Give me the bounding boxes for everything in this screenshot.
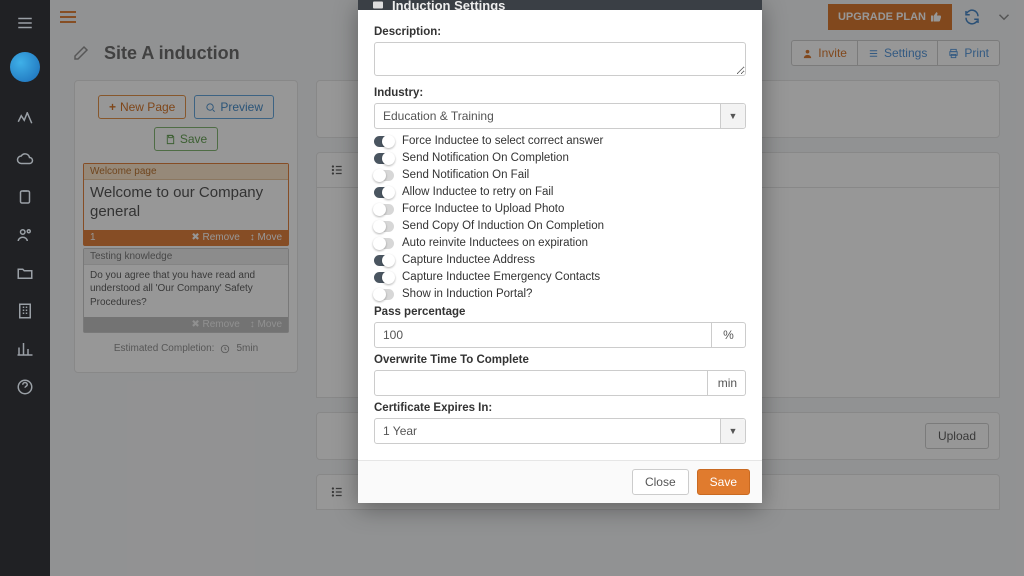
- toggle-switch[interactable]: [374, 187, 394, 198]
- toggle-switch[interactable]: [374, 255, 394, 266]
- modal-close-button[interactable]: Close: [632, 469, 689, 495]
- certificate-expires-label: Certificate Expires In:: [374, 402, 746, 414]
- main-area: UPGRADE PLAN Site A induction Invite: [50, 0, 1024, 576]
- toggle-label: Capture Inductee Address: [402, 254, 535, 266]
- toggle-row: Capture Inductee Emergency Contacts: [374, 271, 746, 283]
- toggle-row: Force Inductee to Upload Photo: [374, 203, 746, 215]
- toggle-label: Send Notification On Completion: [402, 152, 569, 164]
- toggle-label: Allow Inductee to retry on Fail: [402, 186, 554, 198]
- toggle-switch[interactable]: [374, 238, 394, 249]
- pass-percentage-input[interactable]: [374, 322, 712, 348]
- rail-menu-icon[interactable]: [16, 14, 34, 32]
- toggle-label: Send Copy Of Induction On Completion: [402, 220, 604, 232]
- toggle-label: Capture Inductee Emergency Contacts: [402, 271, 600, 283]
- industry-label: Industry:: [374, 87, 746, 99]
- toggle-label: Auto reinvite Inductees on expiration: [402, 237, 588, 249]
- rail-building-icon[interactable]: [16, 302, 34, 320]
- industry-select[interactable]: Education & Training: [374, 103, 746, 129]
- min-suffix: min: [708, 370, 746, 396]
- description-label: Description:: [374, 26, 746, 38]
- app-logo: [10, 52, 40, 82]
- toggle-label: Force Inductee to select correct answer: [402, 135, 603, 147]
- settings-toggles: Force Inductee to select correct answer S…: [374, 135, 746, 300]
- description-input[interactable]: [374, 42, 746, 76]
- nav-rail: [0, 0, 50, 576]
- rail-help-icon[interactable]: [16, 378, 34, 396]
- rail-dashboard-icon[interactable]: [16, 112, 34, 130]
- toggle-switch[interactable]: [374, 170, 394, 181]
- certificate-expires-select[interactable]: 1 Year: [374, 418, 746, 444]
- toggle-switch[interactable]: [374, 289, 394, 300]
- toggle-row: Send Notification On Fail: [374, 169, 746, 181]
- toggle-row: Capture Inductee Address: [374, 254, 746, 266]
- modal-title: Induction Settings: [392, 0, 505, 10]
- overwrite-time-label: Overwrite Time To Complete: [374, 354, 746, 366]
- rail-cloud-icon[interactable]: [16, 150, 34, 168]
- id-card-icon: [372, 0, 384, 10]
- pass-percentage-label: Pass percentage: [374, 306, 746, 318]
- modal-footer: Close Save: [358, 460, 762, 503]
- toggle-row: Allow Inductee to retry on Fail: [374, 186, 746, 198]
- rail-users-icon[interactable]: [16, 226, 34, 244]
- rail-folder-icon[interactable]: [16, 264, 34, 282]
- toggle-switch[interactable]: [374, 204, 394, 215]
- toggle-label: Force Inductee to Upload Photo: [402, 203, 564, 215]
- toggle-row: Send Copy Of Induction On Completion: [374, 220, 746, 232]
- toggle-switch[interactable]: [374, 136, 394, 147]
- rail-clipboard-icon[interactable]: [16, 188, 34, 206]
- modal-save-button[interactable]: Save: [697, 469, 750, 495]
- toggle-switch[interactable]: [374, 272, 394, 283]
- toggle-row: Show in Induction Portal?: [374, 288, 746, 300]
- rail-chart-icon[interactable]: [16, 340, 34, 358]
- modal-header: Induction Settings: [358, 0, 762, 10]
- toggle-row: Auto reinvite Inductees on expiration: [374, 237, 746, 249]
- toggle-switch[interactable]: [374, 153, 394, 164]
- toggle-row: Send Notification On Completion: [374, 152, 746, 164]
- overwrite-time-input[interactable]: [374, 370, 708, 396]
- percent-suffix: %: [712, 322, 746, 348]
- toggle-label: Show in Induction Portal?: [402, 288, 532, 300]
- toggle-switch[interactable]: [374, 221, 394, 232]
- induction-settings-modal: Induction Settings Description: Industry…: [358, 0, 762, 503]
- toggle-row: Force Inductee to select correct answer: [374, 135, 746, 147]
- toggle-label: Send Notification On Fail: [402, 169, 529, 181]
